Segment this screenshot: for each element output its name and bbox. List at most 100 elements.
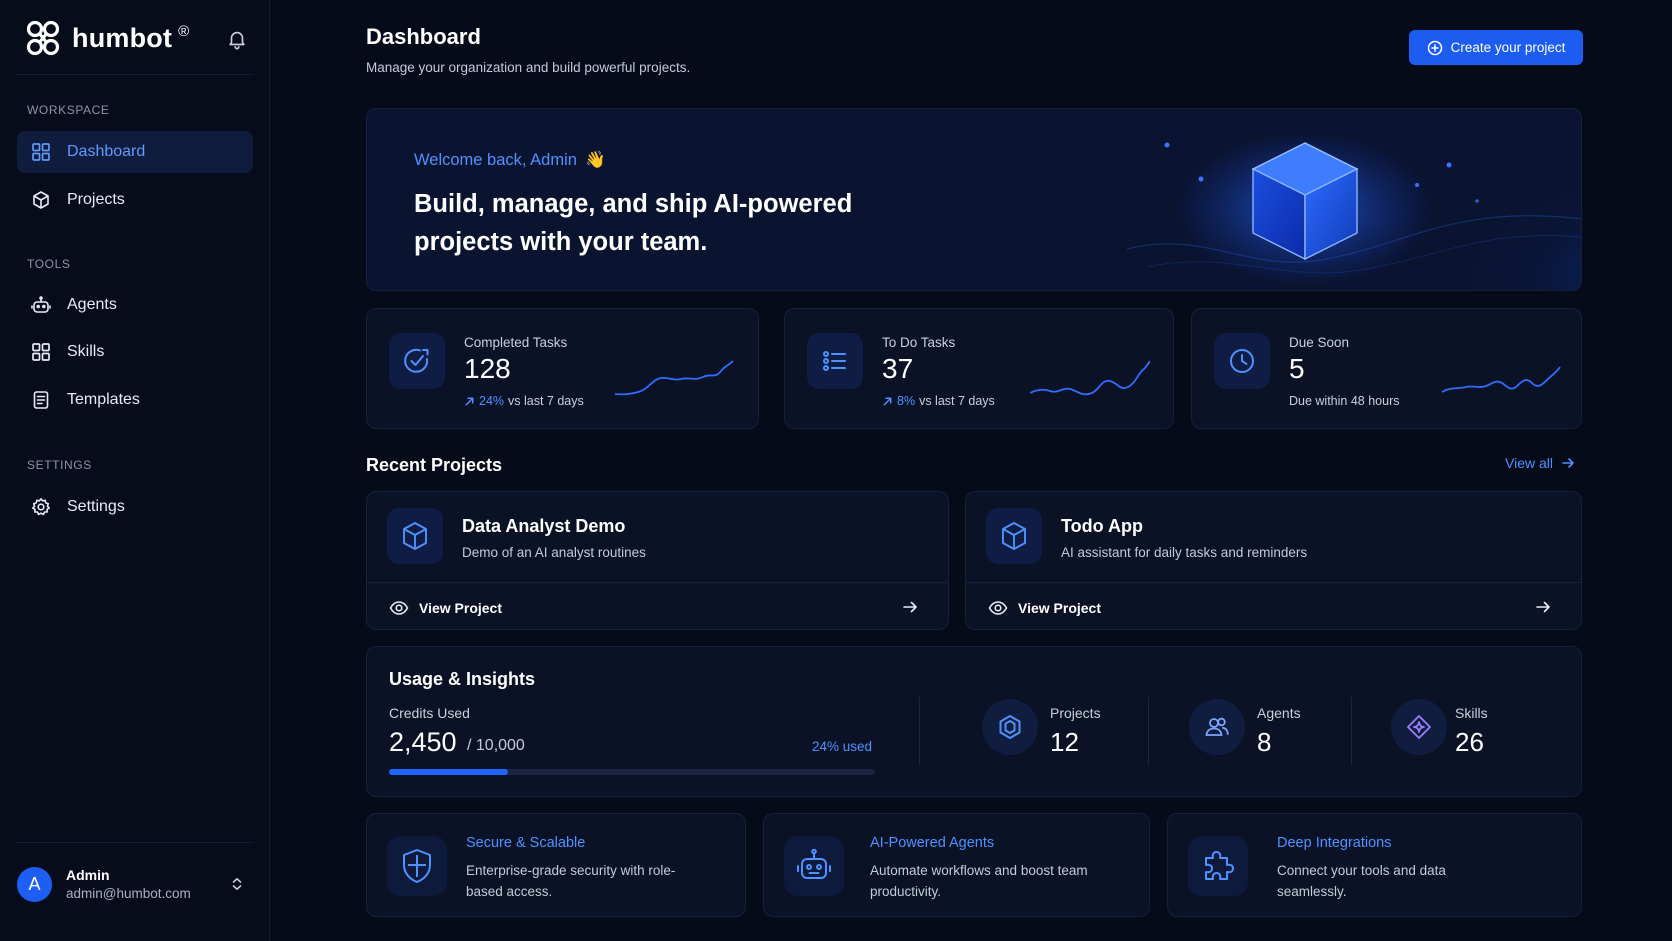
waving-hand-icon: 👋	[584, 151, 606, 169]
arrow-right-icon[interactable]	[902, 599, 918, 615]
stat-trend: 8% vs last 7 days	[882, 394, 995, 408]
project-name: Todo App	[1061, 516, 1143, 536]
feature-card-integrations: Deep Integrations Connect your tools and…	[1167, 813, 1582, 917]
sidebar-item-settings[interactable]: Settings	[17, 486, 253, 528]
bell-icon[interactable]	[226, 28, 248, 50]
grid-icon	[32, 343, 50, 361]
stat-note: Due within 48 hours	[1289, 394, 1400, 408]
metric-value: 26	[1455, 727, 1484, 757]
sidebar-item-label: Settings	[67, 498, 125, 515]
arrow-up-right-icon	[465, 397, 474, 405]
sidebar-item-agents[interactable]: Agents	[17, 284, 253, 326]
stat-trend: 24% vs last 7 days	[464, 394, 584, 408]
feature-title: Secure & Scalable	[466, 835, 586, 851]
credits-percent: 24% used	[812, 739, 873, 754]
section-label-workspace: WORKSPACE	[27, 103, 110, 117]
view-project-button[interactable]: View Project	[988, 598, 1101, 618]
page-title: Dashboard	[366, 24, 481, 49]
clock-icon	[1230, 349, 1254, 373]
project-description: Demo of an AI analyst routines	[462, 545, 646, 560]
sparkline-chart	[1442, 366, 1561, 393]
recent-projects-title: Recent Projects	[366, 455, 503, 475]
target-check-icon	[404, 348, 429, 373]
create-project-label: Create your project	[1450, 40, 1566, 55]
project-description: AI assistant for daily tasks and reminde…	[1061, 545, 1308, 560]
hero-title: Build, manage, and ship AI-powered proje…	[414, 190, 853, 256]
user-info: Admin admin@humbot.com	[66, 867, 191, 901]
sparkle-diamond-icon	[1407, 715, 1431, 739]
chevron-up-down-icon[interactable]	[229, 876, 245, 892]
feature-title: Deep Integrations	[1277, 835, 1392, 851]
sidebar-item-label: Agents	[67, 296, 117, 313]
shield-icon	[403, 849, 431, 883]
stat-label: Completed Tasks	[464, 335, 568, 350]
stat-card-completed: Completed Tasks 128 24% vs last 7 days	[366, 308, 759, 429]
project-icon-box	[387, 508, 443, 564]
feature-icon-box	[1188, 836, 1248, 896]
stat-trend-label: vs last 7 days	[919, 394, 995, 408]
welcome-label: Welcome back, Admin	[414, 151, 577, 169]
cube-icon	[1002, 522, 1026, 550]
cube-icon	[403, 522, 427, 550]
metric-divider	[1351, 697, 1352, 765]
user-name: Admin	[66, 867, 110, 883]
stat-label: Due Soon	[1289, 335, 1350, 350]
project-icon-box	[986, 508, 1042, 564]
metric-icon-box	[1391, 699, 1447, 755]
stat-icon-box	[389, 333, 445, 389]
brand-name: humbot	[72, 22, 173, 53]
eye-icon	[389, 601, 409, 615]
users-icon	[1205, 717, 1229, 736]
welcome-banner: Welcome back, Admin 👋 Build, manage, and…	[366, 108, 1582, 291]
cube-icon	[33, 191, 49, 209]
sparkline-chart	[615, 360, 734, 396]
feature-card-secure: Secure & Scalable Enterprise-grade secur…	[366, 813, 746, 917]
section-label-settings: SETTINGS	[27, 458, 92, 472]
sidebar-item-projects[interactable]: Projects	[17, 179, 253, 221]
sidebar-item-label: Projects	[67, 191, 125, 208]
arrow-right-icon[interactable]	[1535, 599, 1551, 615]
stat-label: To Do Tasks	[882, 335, 956, 350]
user-menu[interactable]: A Admin admin@humbot.com	[17, 864, 253, 904]
puzzle-icon	[1205, 851, 1234, 880]
sidebar-item-dashboard[interactable]: Dashboard	[17, 131, 253, 173]
sidebar-item-label: Dashboard	[67, 143, 146, 160]
arrow-up-right-icon	[883, 397, 892, 405]
gear-icon	[31, 498, 50, 516]
metric-divider	[919, 697, 920, 765]
metric-icon-box	[1189, 699, 1245, 755]
feature-title: AI-Powered Agents	[870, 835, 995, 851]
stat-card-todo: To Do Tasks 37 8% vs last 7 days	[784, 308, 1174, 429]
usage-title: Usage & Insights	[389, 669, 536, 689]
stat-value: 5	[1289, 353, 1305, 384]
robot-icon	[31, 296, 51, 313]
project-card[interactable]: Data Analyst Demo Demo of an AI analyst …	[366, 491, 949, 630]
feature-description: Automate workflows and boost team produc…	[870, 863, 1088, 899]
credits-value: 2,450	[389, 727, 457, 757]
credits-progress-bar	[389, 769, 875, 775]
brand-logo[interactable]: humbot ®	[24, 20, 189, 56]
arrow-right-icon	[1562, 458, 1574, 468]
credits-total: / 10,000	[467, 737, 525, 754]
sidebar-item-skills[interactable]: Skills	[17, 331, 253, 373]
feature-card-agents: AI-Powered Agents Automate workflows and…	[763, 813, 1150, 917]
sidebar-item-templates[interactable]: Templates	[17, 379, 253, 421]
credits-progress-fill	[389, 769, 509, 775]
view-all-link[interactable]: View all	[1505, 455, 1575, 471]
project-card[interactable]: Todo App AI assistant for daily tasks an…	[965, 491, 1582, 630]
stat-value: 37	[882, 353, 914, 384]
view-project-button[interactable]: View Project	[389, 598, 502, 618]
metric-value: 8	[1257, 727, 1272, 757]
feature-description: Connect your tools and data seamlessly.	[1277, 863, 1446, 899]
sidebar: humbot ® WORKSPACE Dashboard Projects TO…	[0, 0, 270, 941]
feature-icon-box	[387, 836, 447, 896]
welcome-text: Welcome back, Admin 👋	[414, 151, 605, 170]
hexagon-icon	[999, 715, 1021, 739]
robot-icon	[797, 848, 831, 879]
glowing-cube-illustration	[1127, 131, 1581, 287]
create-project-button[interactable]: Create your project	[1409, 30, 1583, 65]
metric-divider	[1148, 697, 1149, 765]
card-divider	[367, 582, 948, 583]
feature-icon-box	[784, 836, 844, 896]
metric-icon-box	[982, 699, 1038, 755]
